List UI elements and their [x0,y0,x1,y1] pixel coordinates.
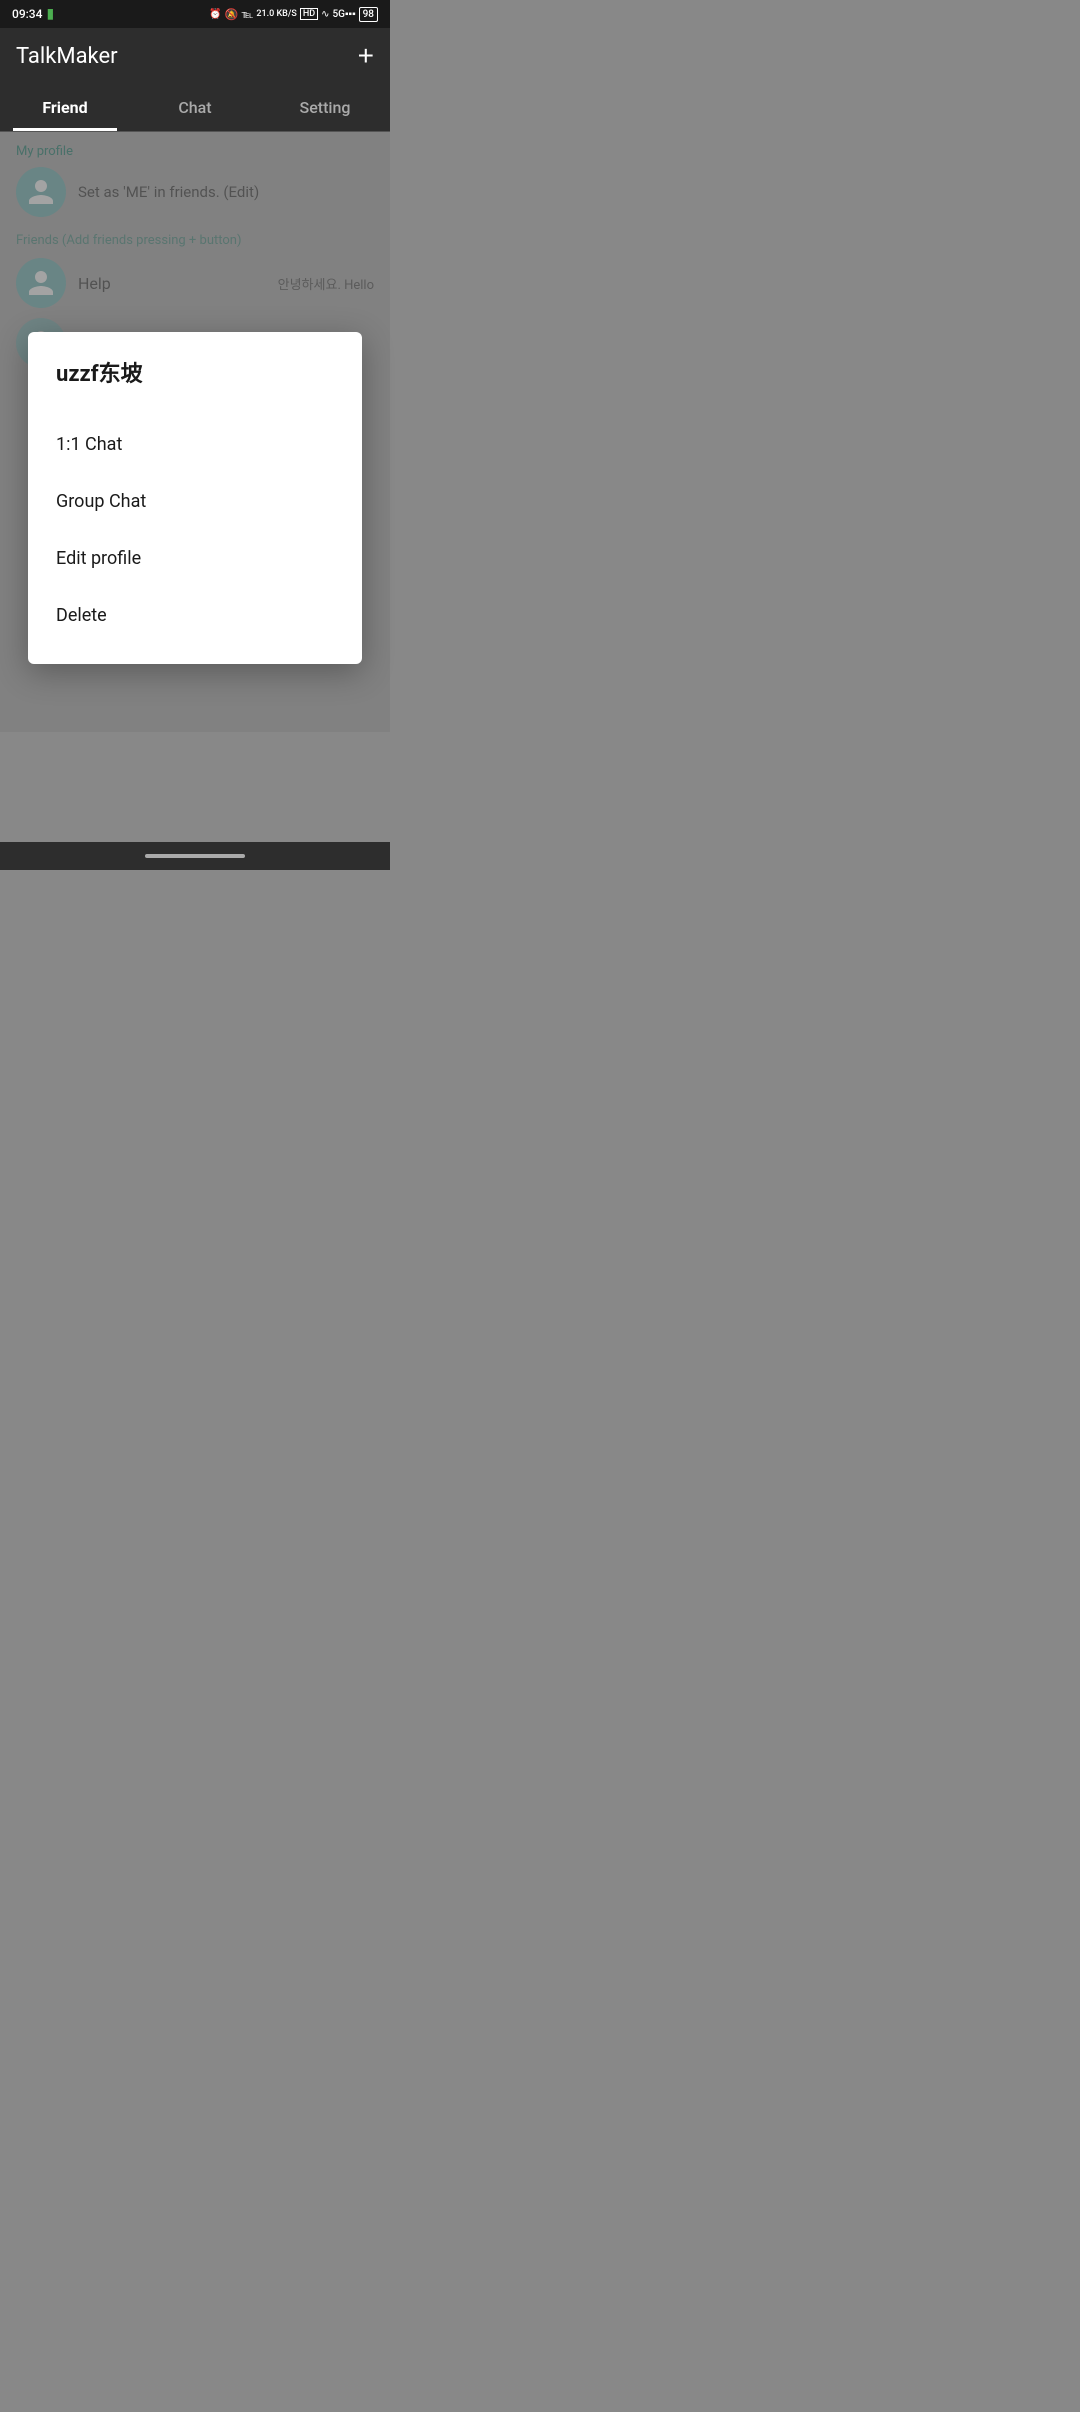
modal-item-one-on-one-chat[interactable]: 1:1 Chat [56,416,334,473]
status-bar: 09:34 ▮ ⏰ 🔕 ℡ 21.0 KB/S HD ∿ 5G▪▪▪ 98 [0,0,390,28]
context-menu-modal: uzzf东坡 1:1 Chat Group Chat Edit profile … [28,332,362,664]
modal-title: uzzf东坡 [56,356,334,388]
hd-badge: HD [300,8,318,20]
speed-indicator: 21.0 KB/S [256,9,296,19]
modal-item-delete[interactable]: Delete [56,587,334,644]
battery-level: 98 [363,9,374,20]
bottom-nav-bar [0,842,390,870]
status-icons: ⏰ 🔕 ℡ 21.0 KB/S HD ∿ 5G▪▪▪ 98 [209,7,378,22]
tab-bar: Friend Chat Setting [0,84,390,132]
battery-icon: 98 [359,7,378,22]
alarm-icon: ⏰ [209,9,221,20]
message-app-icon: ▮ [46,6,54,22]
mute-icon: 🔕 [225,8,239,21]
add-button[interactable]: + [358,42,374,70]
app-header: TalkMaker + [0,28,390,84]
app-title: TalkMaker [16,44,118,69]
bluetooth-icon: ℡ [242,8,254,21]
tab-setting[interactable]: Setting [260,84,390,131]
tab-friend[interactable]: Friend [0,84,130,131]
status-time: 09:34 [12,7,42,21]
modal-item-group-chat[interactable]: Group Chat [56,473,334,530]
content-area: My profile Set as 'ME' in friends. (Edit… [0,132,390,732]
wifi-icon: ∿ [321,9,329,20]
modal-item-edit-profile[interactable]: Edit profile [56,530,334,587]
status-time-section: 09:34 ▮ [12,6,54,22]
tab-chat[interactable]: Chat [130,84,260,131]
home-indicator[interactable] [145,854,245,858]
signal-icon: 5G▪▪▪ [332,9,355,20]
